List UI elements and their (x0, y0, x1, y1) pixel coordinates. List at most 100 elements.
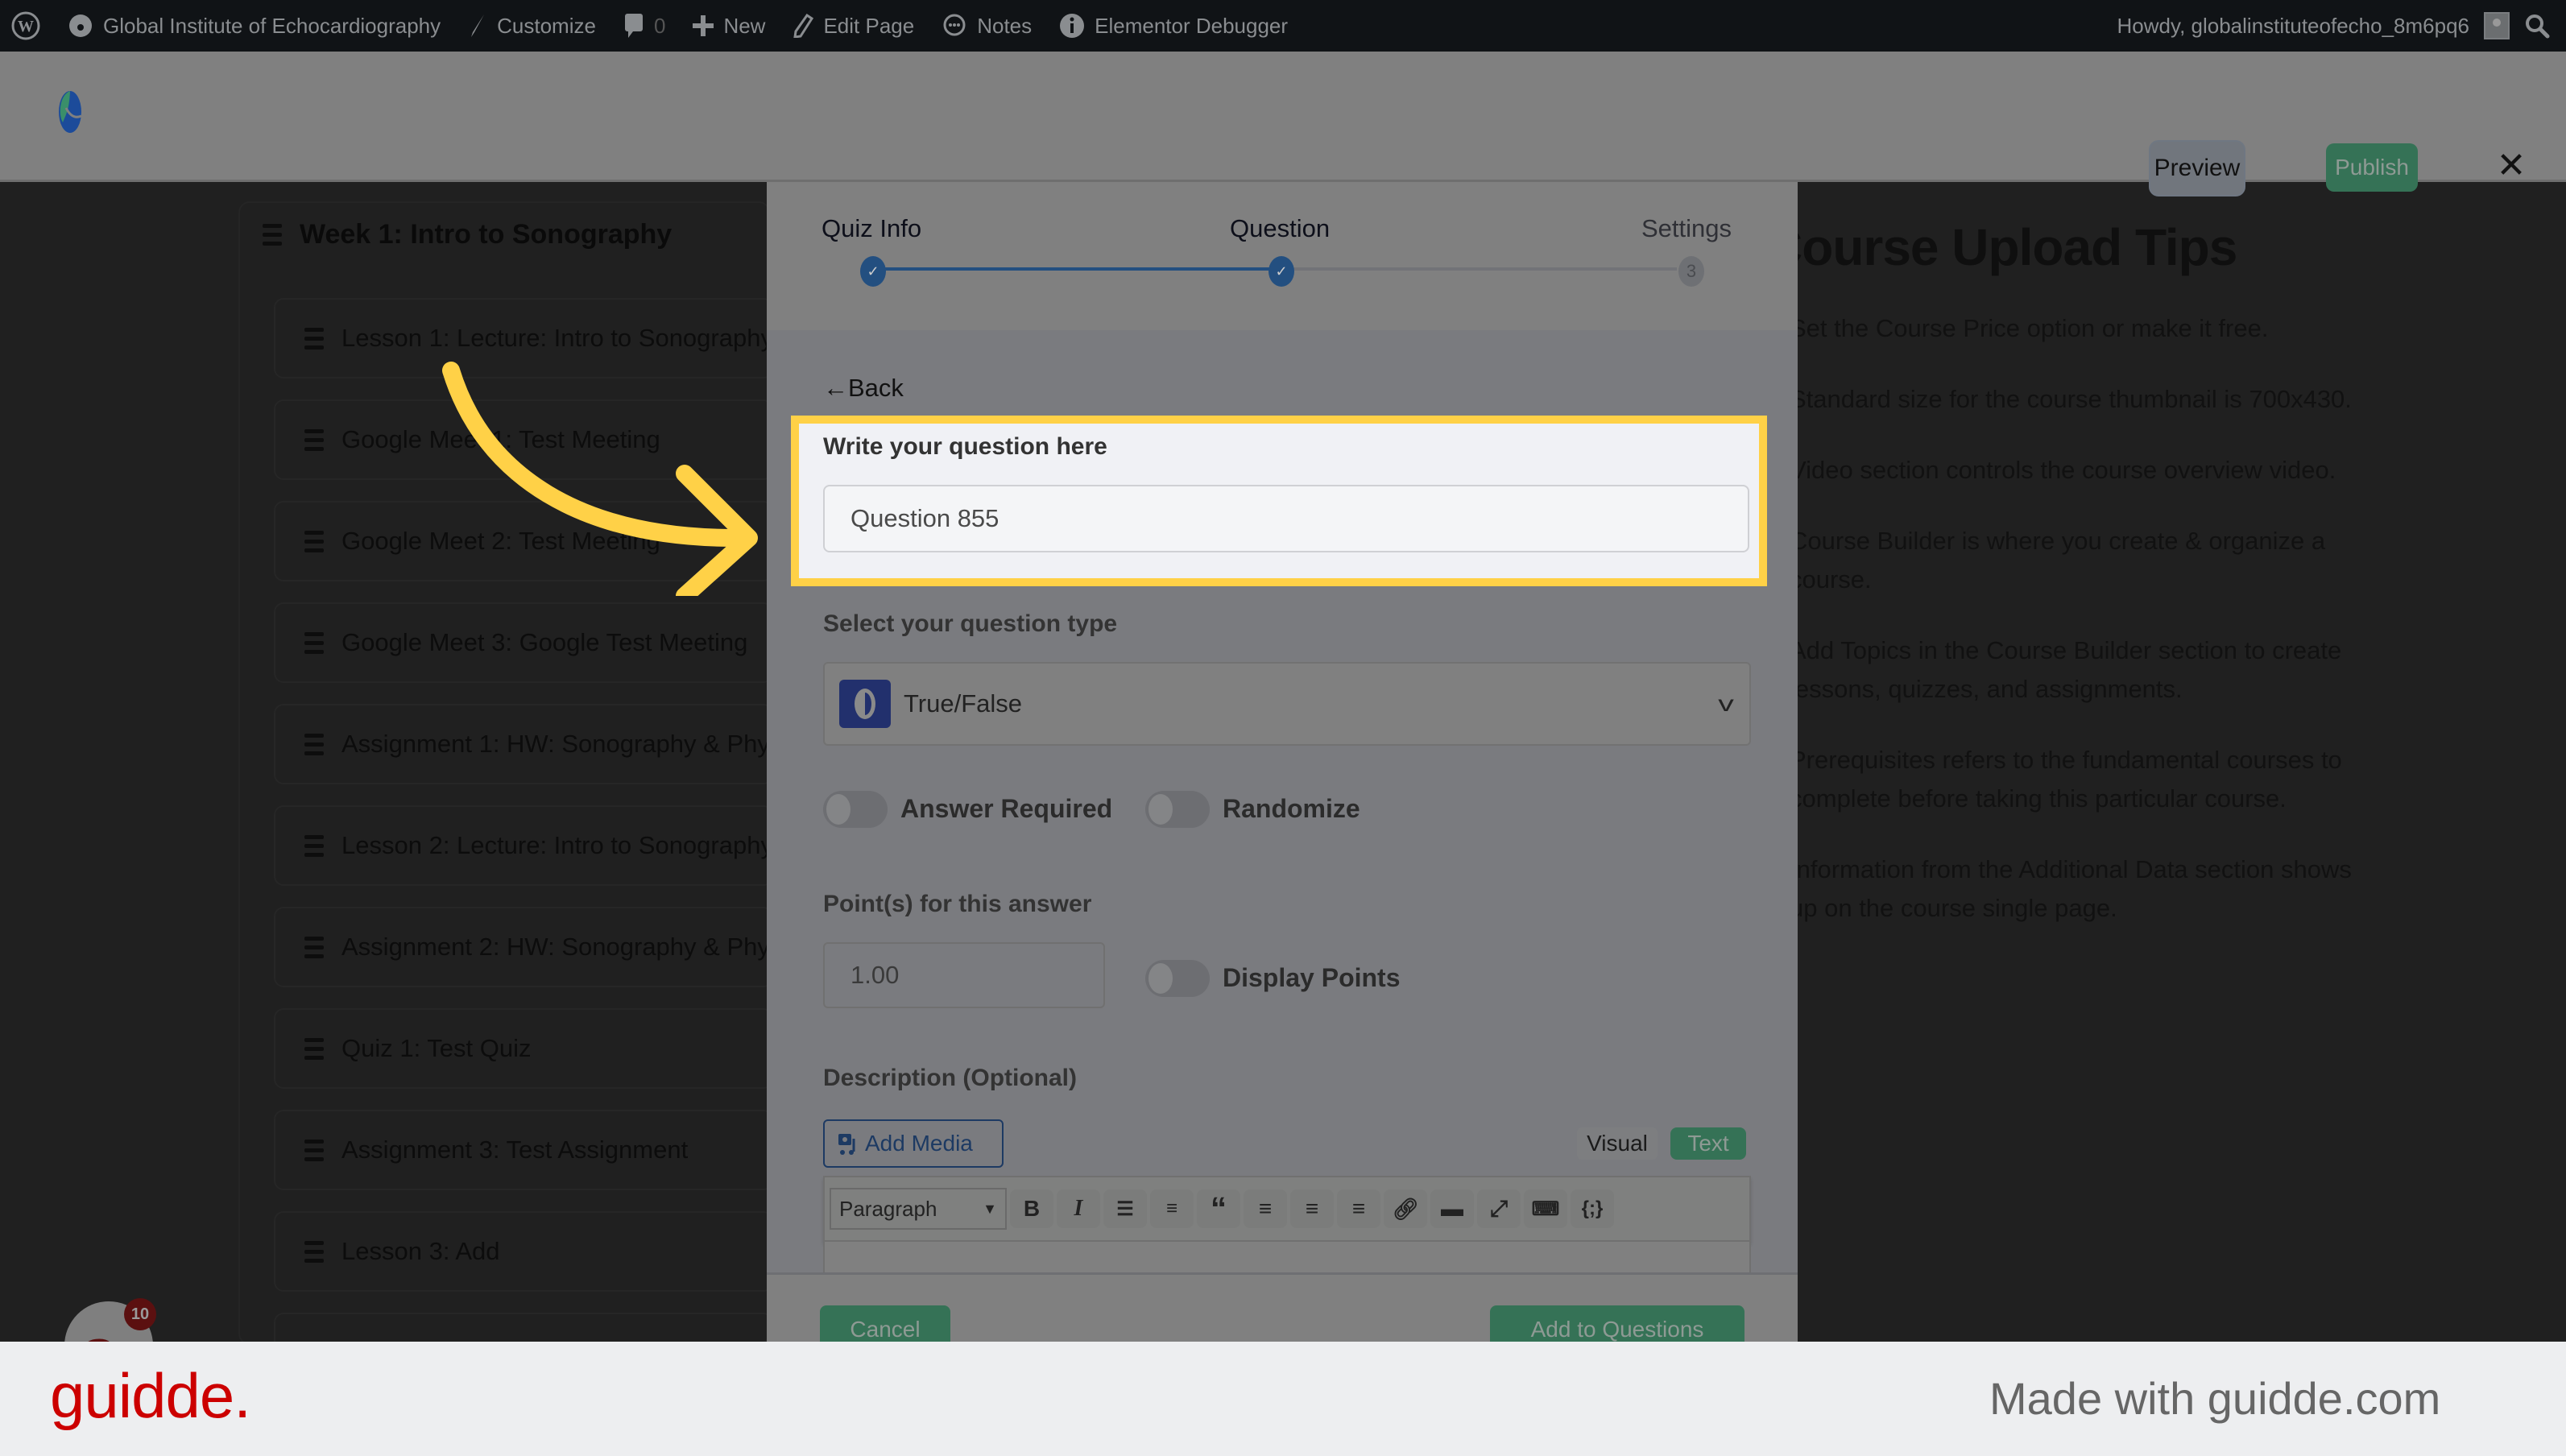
drag-handle-icon[interactable] (304, 1240, 324, 1263)
close-icon[interactable]: ✕ (2495, 148, 2527, 184)
notes-link[interactable]: Notes (942, 13, 1032, 39)
list-item-title: Assignment 3: Test Assignment (341, 1135, 689, 1164)
new-content-link[interactable]: New (693, 14, 765, 39)
points-input[interactable] (823, 942, 1105, 1008)
annotation-arrow-icon (442, 362, 758, 596)
howdy-user-link[interactable]: Howdy, globalinstituteofecho_8m6pq6 (2117, 14, 2469, 39)
elementor-debugger-link[interactable]: Elementor Debugger (1059, 13, 1288, 39)
notification-badge: 10 (124, 1298, 156, 1330)
blockquote-icon[interactable]: “ (1197, 1189, 1240, 1228)
edit-page-label: Edit Page (823, 13, 915, 38)
list-item-title: Lesson 2: Lecture: Intro to Sonography (341, 831, 773, 859)
list-item[interactable]: Quiz 1: Test Quiz (274, 1008, 773, 1089)
wordpress-logo-button[interactable]: W (11, 11, 40, 40)
comment-icon (624, 14, 643, 38)
question-input[interactable] (823, 485, 1749, 552)
add-media-button[interactable]: Add Media (823, 1119, 1004, 1168)
tip-paragraph: Information from the Additional Data sec… (1790, 855, 2352, 922)
step-quiz-info[interactable]: Quiz Info (822, 214, 921, 243)
list-item[interactable]: Lesson 3: Add (274, 1211, 773, 1292)
drag-handle-icon[interactable] (304, 733, 324, 755)
step-question[interactable]: Question (1230, 214, 1330, 243)
display-points-label: Display Points (1223, 963, 1401, 992)
drag-handle-icon[interactable] (263, 224, 282, 246)
tab-visual[interactable]: Visual (1577, 1127, 1658, 1160)
list-item-title: Lesson 3: Add (341, 1237, 500, 1265)
randomize-label: Randomize (1223, 794, 1360, 823)
true-false-icon (839, 680, 891, 728)
description-label: Description (Optional) (823, 1065, 1077, 1091)
answer-required-toggle[interactable] (823, 791, 888, 828)
bulleted-list-icon[interactable]: ☰ (1103, 1189, 1147, 1228)
publish-button[interactable]: Publish (2326, 143, 2418, 192)
randomize-toggle[interactable] (1145, 791, 1210, 828)
keyboard-icon[interactable]: ⌨ (1524, 1189, 1567, 1228)
question-type-value: True/False (904, 689, 1023, 718)
wordpress-icon: W (11, 11, 40, 40)
tips-title: Course Upload Tips (1765, 218, 2237, 276)
topic-header[interactable]: Week 1: Intro to Sonography (263, 219, 672, 250)
preview-button[interactable]: Preview (2149, 140, 2245, 196)
tip-paragraph: Standard size for the course thumbnail i… (1790, 385, 2352, 413)
code-icon[interactable]: {;} (1571, 1189, 1614, 1228)
speech-bubble-icon (943, 14, 966, 36)
drag-handle-icon[interactable] (304, 327, 324, 350)
italic-icon[interactable]: I (1057, 1189, 1100, 1228)
drag-handle-icon[interactable] (304, 428, 324, 451)
tab-text[interactable]: Text (1670, 1127, 1746, 1160)
cancel-button[interactable]: Cancel (820, 1305, 950, 1343)
fullscreen-icon[interactable]: ⤢ (1477, 1189, 1521, 1228)
edit-page-link[interactable]: Edit Page (793, 14, 914, 39)
tip-paragraph: Course Builder is where you create & org… (1790, 527, 2326, 594)
question-type-label: Select your question type (823, 610, 1118, 637)
brush-icon (471, 14, 485, 37)
align-left-icon[interactable]: ≡ (1244, 1189, 1287, 1228)
back-button[interactable]: ←Back (823, 374, 904, 403)
list-item[interactable]: Assignment 1: HW: Sonography & Physics (274, 704, 773, 784)
add-to-questions-button[interactable]: Add to Questions (1490, 1305, 1744, 1343)
avatar[interactable] (2484, 12, 2510, 39)
customize-label: Customize (497, 13, 596, 38)
pencil-icon (793, 14, 814, 38)
format-select-value: Paragraph (839, 1196, 937, 1221)
list-item-title: Lesson 1: Lecture: Intro to Sonography (341, 324, 773, 352)
read-more-icon[interactable]: ▬ (1430, 1189, 1474, 1228)
display-points-toggle[interactable] (1145, 960, 1210, 997)
site-logo-icon (59, 91, 82, 133)
bold-icon[interactable]: B (1010, 1189, 1053, 1228)
drag-handle-icon[interactable] (304, 1139, 324, 1161)
drag-handle-icon[interactable] (304, 631, 324, 654)
link-icon[interactable]: 🔗︎ (1384, 1189, 1427, 1228)
guidde-logo: guidde. (50, 1360, 251, 1431)
drag-handle-icon[interactable] (304, 936, 324, 958)
list-item-title: Quiz 1: Test Quiz (341, 1034, 532, 1062)
format-select[interactable]: Paragraph ▼ (830, 1188, 1007, 1230)
site-name-link[interactable]: Global Institute of Echocardiography (68, 13, 441, 39)
align-right-icon[interactable]: ≡ (1337, 1189, 1380, 1228)
question-label: Write your question here (823, 433, 1107, 460)
step-number-3: 3 (1678, 256, 1704, 287)
comments-count: 0 (653, 13, 666, 38)
list-item[interactable]: Google Meet 3: Google Test Meeting (274, 602, 773, 683)
info-icon (1060, 14, 1085, 38)
drag-handle-icon[interactable] (304, 834, 324, 857)
list-item[interactable]: Assignment 3: Test Assignment (274, 1110, 773, 1190)
list-item[interactable]: Lesson 2: Lecture: Intro to Sonography (274, 805, 773, 886)
drag-handle-icon[interactable] (304, 1037, 324, 1060)
list-item[interactable]: Assignment 2: HW: Sonography & Physics (274, 907, 773, 987)
list-item-title: Assignment 2: HW: Sonography & Physics (341, 933, 773, 961)
tip-paragraph: Set the Course Price option or make it f… (1790, 314, 2269, 342)
tip-paragraph: Add Topics in the Course Builder section… (1790, 636, 2342, 703)
customize-link[interactable]: Customize (468, 13, 596, 39)
align-center-icon[interactable]: ≡ (1290, 1189, 1334, 1228)
comments-link[interactable]: 0 (623, 12, 665, 39)
svg-text:W: W (18, 18, 34, 35)
search-icon[interactable] (2524, 13, 2550, 39)
debugger-label: Elementor Debugger (1095, 13, 1289, 38)
numbered-list-icon[interactable]: ≡ (1150, 1189, 1194, 1228)
drag-handle-icon[interactable] (304, 530, 324, 552)
builder-header: Preview Publish ✕ (0, 52, 2566, 196)
step-settings[interactable]: Settings (1641, 214, 1732, 243)
question-type-select[interactable]: True/False v (823, 662, 1751, 746)
list-item-title: Google Meet 3: Google Test Meeting (341, 628, 748, 656)
